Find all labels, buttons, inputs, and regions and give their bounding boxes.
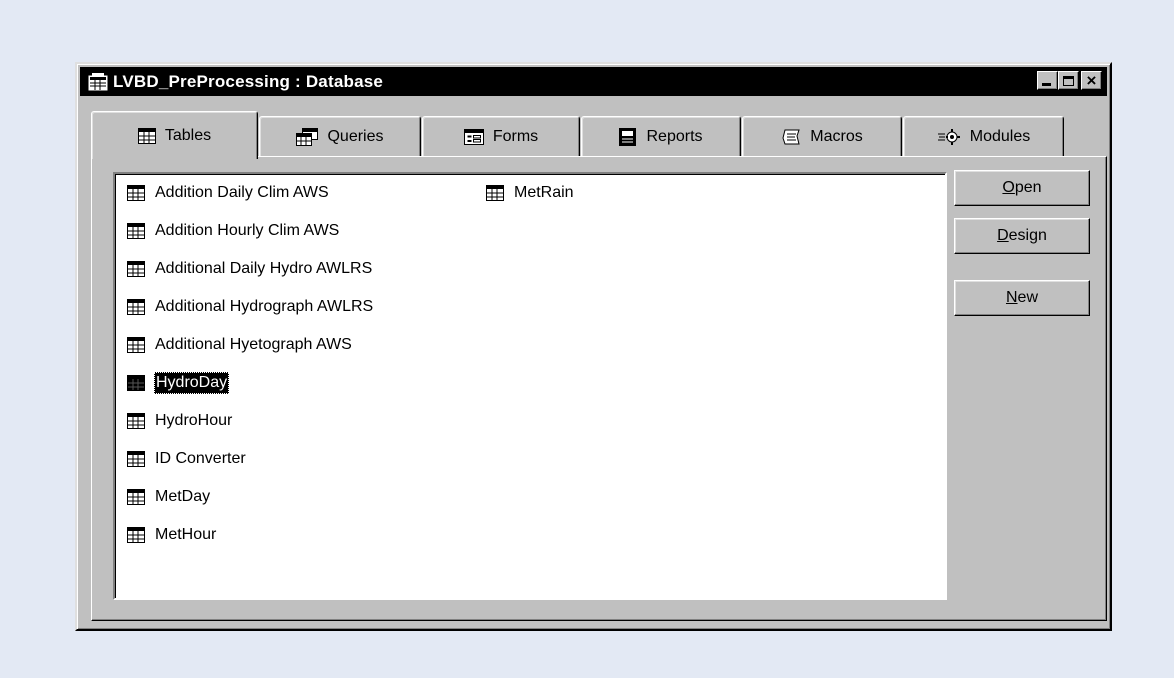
minimize-icon bbox=[1042, 83, 1051, 86]
database-window: LVBD_PreProcessing : Database × Tables Q… bbox=[75, 62, 1112, 631]
list-item[interactable]: Addition Daily Clim AWS bbox=[127, 180, 330, 206]
table-icon bbox=[127, 185, 145, 201]
tab-label: Forms bbox=[492, 127, 539, 145]
database-icon bbox=[88, 72, 108, 90]
table-icon bbox=[127, 337, 145, 353]
new-button[interactable]: New bbox=[954, 280, 1090, 316]
table-icon bbox=[127, 223, 145, 239]
new-button-label: ew bbox=[1017, 289, 1038, 306]
list-item[interactable]: Additional Hydrograph AWLRS bbox=[127, 294, 374, 320]
design-button[interactable]: Design bbox=[954, 218, 1090, 254]
table-icon bbox=[127, 413, 145, 429]
tab-label: Queries bbox=[327, 127, 384, 145]
tab-reports[interactable]: Reports bbox=[581, 116, 741, 156]
open-button-label: pen bbox=[1014, 179, 1042, 196]
list-item[interactable]: Additional Daily Hydro AWLRS bbox=[127, 256, 373, 282]
window-title: LVBD_PreProcessing : Database bbox=[113, 71, 384, 91]
tab-label: Modules bbox=[969, 127, 1031, 145]
title-bar[interactable]: LVBD_PreProcessing : Database × bbox=[80, 67, 1107, 96]
module-icon bbox=[937, 128, 960, 145]
list-item-label: MetHour bbox=[155, 526, 217, 543]
design-button-label: esign bbox=[1008, 227, 1047, 244]
list-item-label: HydroDay bbox=[154, 372, 230, 394]
list-item[interactable]: MetHour bbox=[127, 522, 217, 548]
design-button-accel: D bbox=[997, 227, 1009, 244]
tab-queries[interactable]: Queries bbox=[259, 116, 421, 156]
table-icon bbox=[127, 261, 145, 277]
report-icon bbox=[619, 127, 637, 146]
list-item-label: Additional Hyetograph AWS bbox=[155, 336, 352, 353]
tab-label: Reports bbox=[646, 127, 703, 145]
table-list[interactable]: Addition Daily Clim AWS Addition Hourly … bbox=[113, 172, 947, 600]
table-icon bbox=[127, 299, 145, 315]
form-icon bbox=[463, 128, 484, 145]
maximize-icon bbox=[1063, 75, 1074, 86]
list-item-label: Addition Hourly Clim AWS bbox=[155, 222, 340, 239]
tab-label: Tables bbox=[164, 126, 212, 144]
minimize-button[interactable] bbox=[1037, 71, 1058, 90]
tab-macros[interactable]: Macros bbox=[742, 116, 902, 156]
new-button-accel: N bbox=[1005, 289, 1018, 306]
query-icon bbox=[296, 127, 319, 146]
list-item-label: Additional Daily Hydro AWLRS bbox=[155, 260, 373, 277]
list-item[interactable]: Addition Hourly Clim AWS bbox=[127, 218, 340, 244]
tab-forms[interactable]: Forms bbox=[422, 116, 580, 156]
maximize-button[interactable] bbox=[1058, 71, 1079, 90]
open-button-accel: O bbox=[1002, 179, 1015, 196]
close-button[interactable]: × bbox=[1081, 71, 1102, 90]
table-icon bbox=[486, 185, 504, 201]
tab-label: Macros bbox=[810, 127, 863, 145]
close-icon: × bbox=[1086, 70, 1097, 90]
list-item[interactable]: Additional Hyetograph AWS bbox=[127, 332, 353, 358]
table-icon bbox=[137, 127, 156, 144]
tab-panel: Addition Daily Clim AWS Addition Hourly … bbox=[91, 156, 1107, 621]
list-item-selected[interactable]: HydroDay bbox=[127, 370, 230, 396]
list-item-label: Addition Daily Clim AWS bbox=[155, 184, 329, 201]
list-item-label: ID Converter bbox=[155, 450, 246, 467]
list-item-label: MetRain bbox=[514, 184, 574, 201]
list-item[interactable]: HydroHour bbox=[127, 408, 233, 434]
tab-tables[interactable]: Tables bbox=[91, 111, 258, 159]
macro-icon bbox=[782, 129, 800, 144]
open-button[interactable]: Open bbox=[954, 170, 1090, 206]
list-item[interactable]: MetRain bbox=[486, 180, 575, 206]
table-icon bbox=[127, 451, 145, 467]
list-item[interactable]: ID Converter bbox=[127, 446, 247, 472]
tab-modules[interactable]: Modules bbox=[903, 116, 1064, 156]
list-item-label: Additional Hydrograph AWLRS bbox=[155, 298, 374, 315]
table-icon bbox=[127, 375, 145, 391]
table-icon bbox=[127, 527, 145, 543]
list-item[interactable]: MetDay bbox=[127, 484, 211, 510]
table-icon bbox=[127, 489, 145, 505]
list-item-label: HydroHour bbox=[155, 412, 233, 429]
list-item-label: MetDay bbox=[155, 488, 211, 505]
